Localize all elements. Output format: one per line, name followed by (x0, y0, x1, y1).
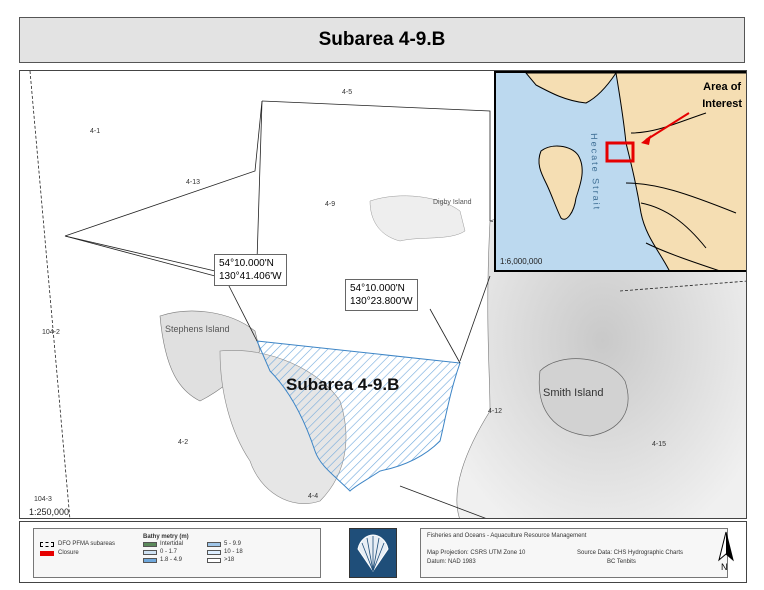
map-scale: 1:250,000 (29, 507, 70, 517)
area-label-4-12: 4-12 (488, 408, 503, 415)
coord-east-lon: 130°23.800'W (350, 296, 413, 307)
area-label-4-2: 4-2 (178, 439, 189, 446)
bathy-swatch-4 (207, 550, 221, 555)
digby-island-label: Digby Island (433, 199, 472, 206)
pfma-swatch (40, 542, 54, 547)
area-label-4-15: 4-15 (652, 441, 667, 448)
legend-frame: DFO PFMA subareas Closure Bathy metry (m… (19, 521, 747, 583)
area-label-4-1: 4-1 (90, 128, 101, 135)
coord-west-lat: 54°10.000'N (219, 258, 274, 269)
coordinate-box-east: 54°10.000'N 130°23.800'W (345, 279, 418, 311)
closure-swatch (40, 551, 54, 556)
stephens-island-label: Stephens Island (165, 324, 230, 334)
north-label: N (721, 562, 728, 572)
bathy-swatch-5 (207, 558, 221, 563)
coordinate-box-west: 54°10.000'N 130°41.406'W (214, 254, 287, 286)
meta-projection: Map Projection: CSRS UTM Zone 10 (427, 550, 526, 556)
title-box: Subarea 4-9.B (19, 17, 745, 63)
area-label-104-2: 104-2 (42, 329, 60, 336)
coord-west-lon: 130°41.406'W (219, 271, 282, 282)
alaska-coast (525, 73, 617, 104)
haida-gwaii (538, 145, 583, 220)
subarea-label: Subarea 4-9.B (286, 375, 400, 394)
area-label-104-3: 104-3 (34, 496, 52, 503)
legend-closure: Closure (58, 550, 79, 556)
dfo-logo (349, 528, 397, 578)
bathy-label-5: >18 (224, 557, 235, 563)
area-label-4-5: 4-5 (342, 89, 353, 96)
meta-datum: Datum: NAD 1983 (427, 559, 476, 565)
aoi-line2: Interest (702, 98, 742, 110)
meta-source2: BC Tenbits (607, 559, 636, 565)
bathy-swatch-0 (143, 542, 157, 547)
aoi-line1: Area of (703, 81, 742, 93)
bathy-label-4: 10 - 18 (224, 549, 243, 555)
bathy-label-2: 1.8 - 4.9 (160, 557, 183, 563)
legend-box: DFO PFMA subareas Closure Bathy metry (m… (33, 528, 321, 578)
bathy-label-3: 5 - 9.9 (224, 541, 242, 547)
bathy-swatch-1 (143, 550, 157, 555)
scallop-shell-icon (357, 534, 389, 572)
bathy-swatch-2 (143, 558, 157, 563)
meta-source: Source Data: CHS Hydrographic Charts (577, 550, 684, 556)
north-arrow: N (716, 530, 736, 576)
bathy-swatch-3 (207, 542, 221, 547)
map-metadata: Fisheries and Oceans - Aquaculture Resou… (420, 528, 728, 578)
coord-east-lat: 54°10.000'N (350, 283, 405, 294)
map-title: Subarea 4-9.B (318, 29, 446, 50)
legend-pfma: DFO PFMA subareas (58, 541, 116, 547)
meta-org: Fisheries and Oceans - Aquaculture Resou… (427, 533, 587, 539)
area-of-interest-label: Area of Interest (702, 79, 742, 113)
smith-island-label: Smith Island (543, 387, 604, 399)
inset-map[interactable]: Area of Interest Hecate Strait 1:6,000,0… (494, 71, 746, 272)
map-frame[interactable]: 4-5 4-1 4-13 4-9 104-2 4-2 4-12 4-15 4-4… (19, 70, 747, 519)
area-label-4-13: 4-13 (186, 179, 201, 186)
bathy-label-0: Intertidal (160, 541, 184, 547)
bathymetry-title: Bathy metry (m) (143, 534, 189, 540)
area-label-4-4: 4-4 (308, 493, 319, 500)
area-label-4-9: 4-9 (325, 201, 336, 208)
bathy-label-1: 0 - 1.7 (160, 549, 178, 555)
inset-scale: 1:6,000,000 (500, 257, 543, 266)
